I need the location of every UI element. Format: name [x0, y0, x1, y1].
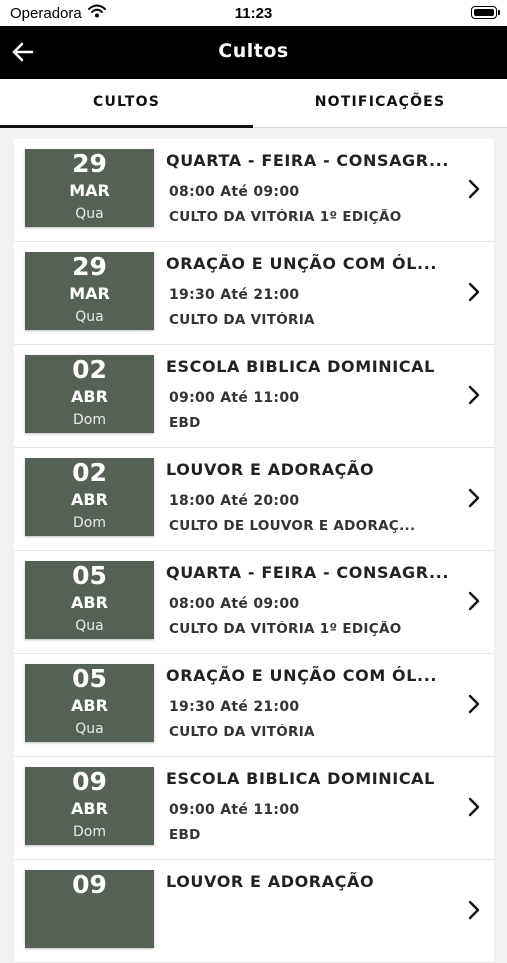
event-card[interactable]: 09 ABR Dom ESCOLA BIBLICA DOMINICAL 09:00 At…	[14, 757, 494, 860]
event-month: ABR	[71, 490, 108, 509]
event-card[interactable]: 05 ABR Qua QUARTA - FEIRA - CONSAGR... 08:00…	[14, 551, 494, 654]
event-description: CULTO DE LOUVOR E ADORAÇ...	[169, 518, 416, 534]
event-time: 09:00 Até 11:00	[169, 802, 300, 818]
chevron-right-icon	[467, 796, 481, 818]
event-title: LOUVOR E ADORAÇÃO	[166, 872, 375, 891]
event-day: 09	[72, 870, 107, 899]
event-month: ABR	[71, 387, 108, 406]
chevron-right-icon	[467, 384, 481, 406]
event-weekday: Qua	[75, 309, 104, 325]
event-day: 02	[72, 458, 107, 487]
event-date-badge: 09 ABR Dom	[25, 767, 154, 845]
tab-bar: CULTOS NOTIFICAÇÕES	[0, 79, 507, 128]
event-list: 29 MAR Qua QUARTA - FEIRA - CONSAGR... 08:00…	[14, 139, 494, 963]
event-description: CULTO DA VITÓRIA	[169, 724, 315, 740]
event-card[interactable]: 29 MAR Qua ORAÇÃO E UNÇÃO COM ÓL... 19:30 At…	[14, 242, 494, 345]
chevron-right-icon	[467, 281, 481, 303]
event-title: ORAÇÃO E UNÇÃO COM ÓL...	[166, 254, 438, 273]
event-weekday: Dom	[73, 824, 106, 840]
event-month: MAR	[69, 284, 110, 303]
event-time: 19:30 Até 21:00	[169, 699, 300, 715]
event-title: ORAÇÃO E UNÇÃO COM ÓL...	[166, 666, 438, 685]
event-day: 05	[72, 664, 107, 693]
event-weekday: Dom	[73, 515, 106, 531]
event-description: CULTO DA VITÓRIA 1º EDIÇÃO	[169, 209, 402, 225]
chevron-right-icon	[467, 590, 481, 612]
chevron-right-icon	[467, 178, 481, 200]
event-day: 02	[72, 355, 107, 384]
event-weekday: Qua	[75, 721, 104, 737]
event-day: 09	[72, 767, 107, 796]
event-weekday: Qua	[75, 206, 104, 222]
page-title: Cultos	[218, 40, 289, 62]
event-title: ESCOLA BIBLICA DOMINICAL	[166, 769, 435, 788]
event-description: CULTO DA VITÓRIA 1º EDIÇÃO	[169, 621, 402, 637]
event-date-badge: 29 MAR Qua	[25, 252, 154, 330]
event-card[interactable]: 05 ABR Qua ORAÇÃO E UNÇÃO COM ÓL... 19:30 At…	[14, 654, 494, 757]
event-date-badge: 05 ABR Qua	[25, 561, 154, 639]
event-date-badge: 05 ABR Qua	[25, 664, 154, 742]
event-title: QUARTA - FEIRA - CONSAGR...	[166, 151, 450, 170]
event-day: 05	[72, 561, 107, 590]
chevron-right-icon	[467, 899, 481, 921]
event-date-badge: 09	[25, 870, 154, 948]
event-date-badge: 02 ABR Dom	[25, 458, 154, 536]
chevron-right-icon	[467, 487, 481, 509]
app-header: Cultos	[0, 26, 507, 79]
event-month: ABR	[71, 593, 108, 612]
event-card[interactable]: 29 MAR Qua QUARTA - FEIRA - CONSAGR... 08:00…	[14, 139, 494, 242]
event-month: MAR	[69, 181, 110, 200]
event-weekday: Dom	[73, 412, 106, 428]
event-date-badge: 02 ABR Dom	[25, 355, 154, 433]
event-day: 29	[72, 149, 107, 178]
event-description: CULTO DA VITÓRIA	[169, 312, 315, 328]
event-month: ABR	[71, 799, 108, 818]
event-weekday: Qua	[75, 618, 104, 634]
event-month: ABR	[71, 696, 108, 715]
event-time: 08:00 Até 09:00	[169, 596, 300, 612]
event-time: 09:00 Até 11:00	[169, 390, 300, 406]
tab-notificacoes[interactable]: NOTIFICAÇÕES	[253, 79, 507, 127]
event-card[interactable]: 09 LOUVOR E ADORAÇÃO	[14, 860, 494, 963]
event-card[interactable]: 02 ABR Dom ESCOLA BIBLICA DOMINICAL 09:00 At…	[14, 345, 494, 448]
event-time: 19:30 Até 21:00	[169, 287, 300, 303]
event-date-badge: 29 MAR Qua	[25, 149, 154, 227]
event-card[interactable]: 02 ABR Dom LOUVOR E ADORAÇÃO 18:00 Até 20:00…	[14, 448, 494, 551]
chevron-right-icon	[467, 693, 481, 715]
event-description: EBD	[169, 415, 201, 431]
status-bar: Operadora 11:23	[0, 0, 507, 26]
battery-icon	[471, 6, 500, 19]
event-title: QUARTA - FEIRA - CONSAGR...	[166, 563, 450, 582]
event-time: 18:00 Até 20:00	[169, 493, 300, 509]
event-title: ESCOLA BIBLICA DOMINICAL	[166, 357, 435, 376]
event-time: 08:00 Até 09:00	[169, 184, 300, 200]
status-time: 11:23	[234, 5, 273, 22]
tab-cultos[interactable]: CULTOS	[0, 79, 253, 128]
event-title: LOUVOR E ADORAÇÃO	[166, 460, 375, 479]
event-day: 29	[72, 252, 107, 281]
event-description: EBD	[169, 827, 201, 843]
